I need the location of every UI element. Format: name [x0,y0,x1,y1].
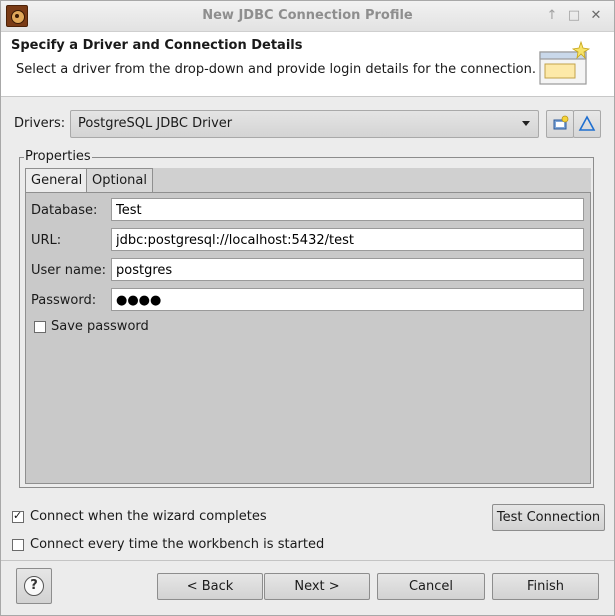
save-password-checkbox[interactable] [34,321,46,333]
wizard-banner: Specify a Driver and Connection Details … [1,32,614,97]
password-field[interactable] [111,288,584,311]
username-field[interactable] [111,258,584,281]
drivers-dropdown[interactable]: PostgreSQL JDBC Driver [70,110,539,138]
finish-button[interactable]: Finish [492,573,599,600]
new-driver-icon [553,115,569,130]
username-label: User name: [31,263,107,278]
drivers-selected-value: PostgreSQL JDBC Driver [78,116,233,131]
properties-legend: Properties [24,149,92,164]
title-bar[interactable]: New JDBC Connection Profile ↑ □ ✕ [1,1,614,32]
close-icon[interactable]: ✕ [588,7,604,25]
banner-title: Specify a Driver and Connection Details [11,38,303,53]
url-field[interactable] [111,228,584,251]
next-button[interactable]: Next > [264,573,370,600]
chevron-down-icon [522,121,530,126]
connect-on-startup-label: Connect every time the workbench is star… [30,537,325,552]
edit-driver-button[interactable] [573,110,601,138]
password-label: Password: [31,293,97,308]
banner-description: Select a driver from the drop-down and p… [16,62,536,77]
new-jdbc-connection-dialog: New JDBC Connection Profile ↑ □ ✕ Specif… [0,0,615,616]
tab-optional[interactable]: Optional [86,168,153,193]
connect-on-finish-label: Connect when the wizard completes [30,509,267,524]
maximize-icon[interactable]: □ [566,7,582,25]
database-label: Database: [31,203,98,218]
footer-separator [1,560,614,561]
edit-driver-icon [578,115,596,131]
drivers-label: Drivers: [14,116,66,131]
connect-on-finish-checkbox[interactable] [12,509,24,523]
connection-wizard-icon [539,40,591,85]
url-label: URL: [31,233,62,248]
test-connection-button[interactable]: Test Connection [492,504,605,531]
database-field[interactable] [111,198,584,221]
help-button[interactable]: ? [16,568,52,604]
window-title: New JDBC Connection Profile [202,8,413,23]
new-driver-button[interactable] [546,110,574,138]
help-icon: ? [24,576,44,596]
pin-icon[interactable]: ↑ [544,7,560,25]
cancel-button[interactable]: Cancel [377,573,485,600]
connect-on-startup-checkbox[interactable] [12,539,24,551]
tab-general[interactable]: General [25,168,89,194]
back-button[interactable]: < Back [157,573,263,600]
save-password-label: Save password [51,319,149,334]
